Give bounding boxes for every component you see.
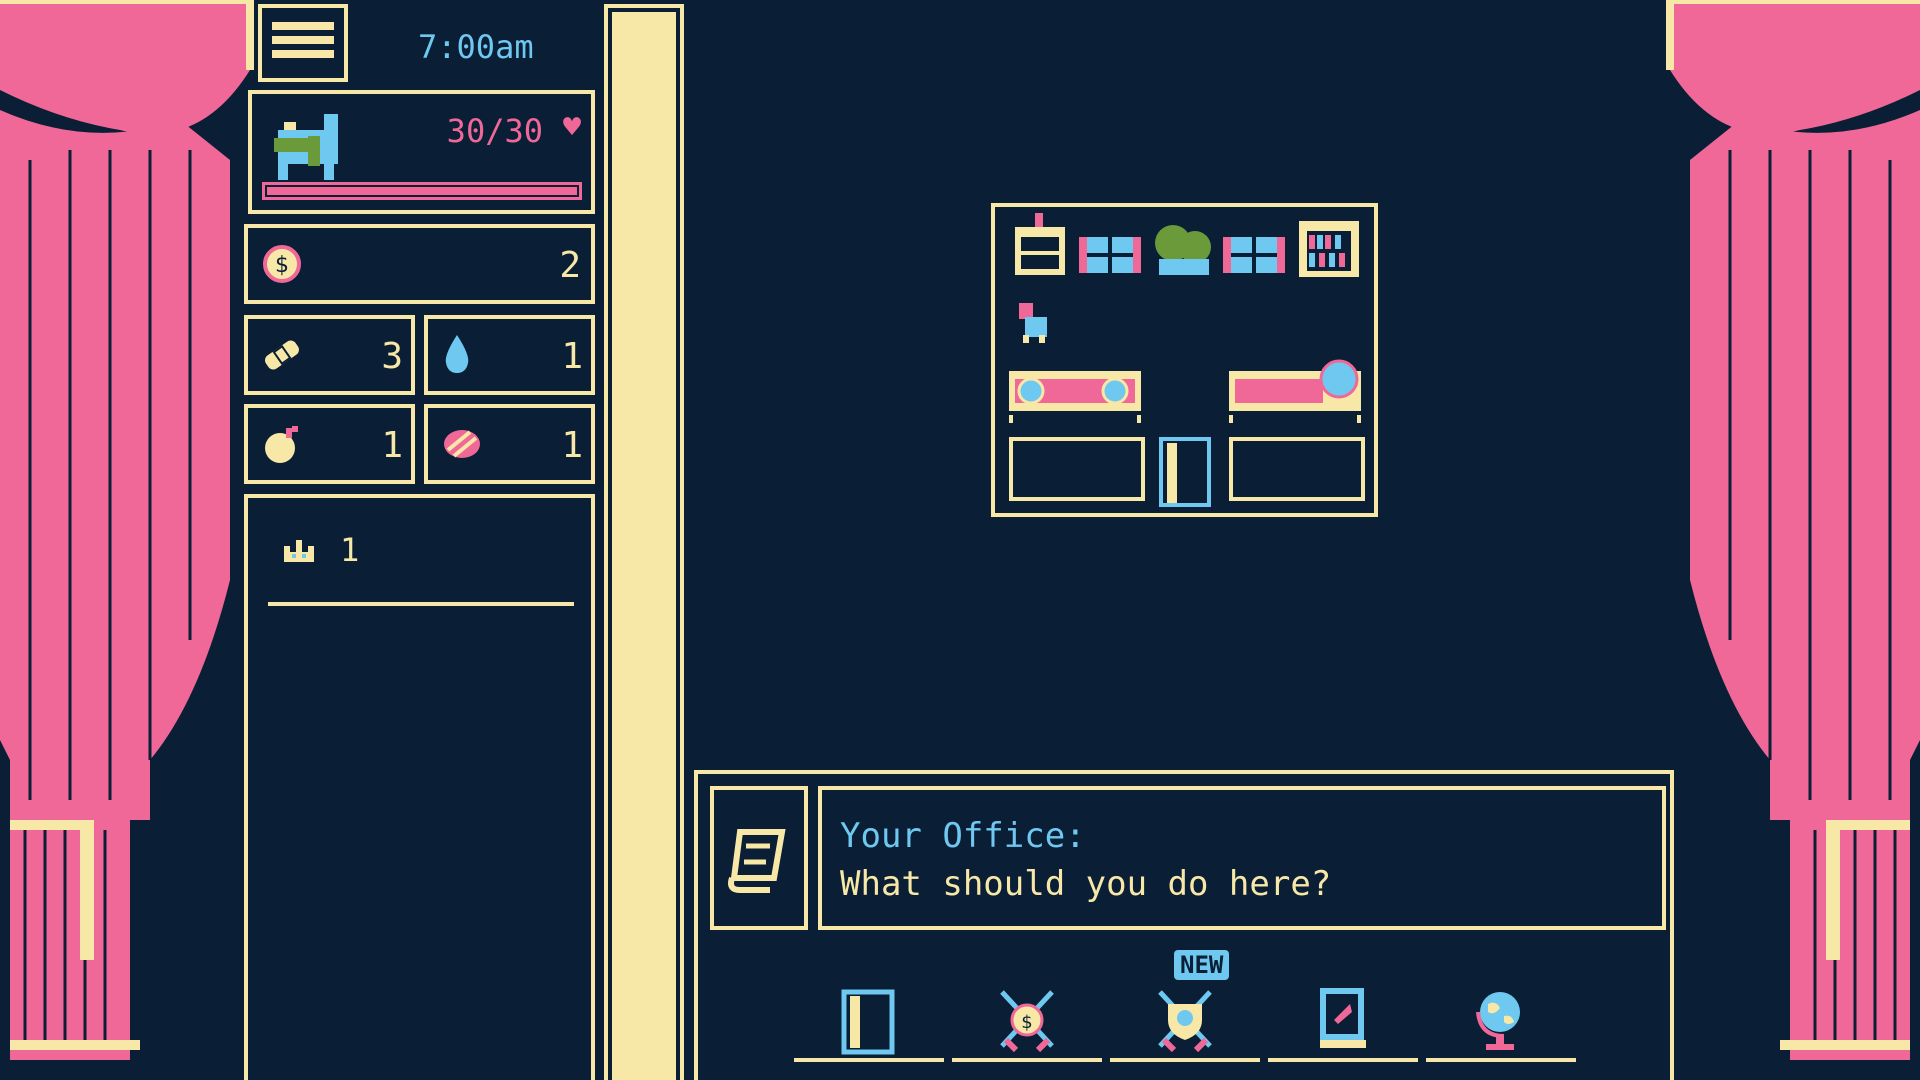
crest-shield-icon bbox=[1158, 990, 1212, 1052]
office-map-art bbox=[1009, 213, 1365, 507]
action-underline bbox=[1426, 1058, 1576, 1062]
new-badge: NEW bbox=[1174, 950, 1230, 980]
scroll-button[interactable] bbox=[710, 786, 808, 930]
scroll-icon bbox=[728, 829, 786, 893]
svg-text:$: $ bbox=[275, 253, 289, 278]
heart-icon: ♥ bbox=[562, 110, 581, 145]
door-action-button[interactable] bbox=[794, 980, 944, 1070]
food-icon bbox=[444, 430, 480, 458]
bandages-panel: 3 bbox=[244, 315, 415, 395]
crown-count: 1 bbox=[340, 531, 360, 569]
water-drop-icon bbox=[445, 335, 469, 373]
menu-button[interactable] bbox=[258, 4, 348, 82]
bomb-icon bbox=[265, 426, 298, 463]
window-icon bbox=[1223, 237, 1285, 273]
window-icon bbox=[1079, 237, 1141, 273]
dialog-box: Your Office: What should you do here? bbox=[818, 786, 1666, 930]
menu-icon bbox=[272, 22, 334, 58]
clock-time: 7:00am bbox=[418, 28, 534, 66]
book-action-button[interactable] bbox=[1268, 980, 1418, 1070]
bombs-count: 1 bbox=[381, 425, 403, 466]
coin-shield-icon: $ bbox=[1000, 990, 1054, 1052]
inventory-divider bbox=[268, 602, 574, 606]
room-door-icon bbox=[1159, 437, 1211, 507]
hp-bar-fill bbox=[267, 187, 577, 195]
scrollbar-thumb[interactable] bbox=[612, 12, 676, 1080]
dialog-frame: Your Office: What should you do here? NE… bbox=[694, 770, 1674, 1080]
book-icon bbox=[1320, 988, 1366, 1048]
dresser-icon bbox=[1015, 213, 1065, 275]
player-avatar-icon bbox=[274, 114, 338, 180]
bandages-count: 3 bbox=[381, 336, 403, 377]
scrollbar[interactable] bbox=[604, 4, 684, 1080]
dialog-title: Your Office: bbox=[840, 816, 1086, 856]
action-underline bbox=[952, 1058, 1102, 1062]
globe-icon bbox=[1476, 992, 1520, 1050]
water-panel: 1 bbox=[424, 315, 595, 395]
bombs-panel: 1 bbox=[244, 404, 415, 484]
svg-text:$: $ bbox=[1021, 1012, 1032, 1033]
coins-count: 2 bbox=[559, 245, 581, 286]
bandage-icon bbox=[265, 340, 299, 370]
desk-icon bbox=[1229, 359, 1361, 423]
food-count: 1 bbox=[561, 425, 583, 466]
food-panel: 1 bbox=[424, 404, 595, 484]
bookshelf-icon bbox=[1299, 221, 1359, 277]
plant-icon bbox=[1155, 225, 1211, 275]
coins-panel: $ 2 bbox=[244, 224, 595, 304]
globe-action-button[interactable] bbox=[1426, 980, 1576, 1070]
hp-bar bbox=[262, 182, 582, 200]
office-room-map bbox=[991, 203, 1378, 517]
player-character-icon bbox=[1019, 303, 1047, 343]
water-count: 1 bbox=[561, 336, 583, 377]
right-curtain bbox=[1666, 0, 1920, 1060]
hp-value: 30/30 bbox=[446, 112, 543, 150]
action-underline bbox=[1268, 1058, 1418, 1062]
crown-icon bbox=[284, 540, 314, 562]
crest-shield-action-button[interactable] bbox=[1110, 980, 1260, 1070]
left-curtain bbox=[0, 0, 254, 1060]
coin-shield-action-button[interactable]: $ bbox=[952, 980, 1102, 1070]
player-panel: 30/30 ♥ bbox=[248, 90, 595, 214]
door-icon bbox=[841, 989, 895, 1055]
desk-icon bbox=[1009, 371, 1141, 423]
coin-icon: $ bbox=[263, 245, 301, 283]
inventory-panel: 1 bbox=[244, 494, 595, 1080]
dialog-prompt: What should you do here? bbox=[840, 864, 1332, 904]
action-underline bbox=[1110, 1058, 1260, 1062]
action-underline bbox=[794, 1058, 944, 1062]
